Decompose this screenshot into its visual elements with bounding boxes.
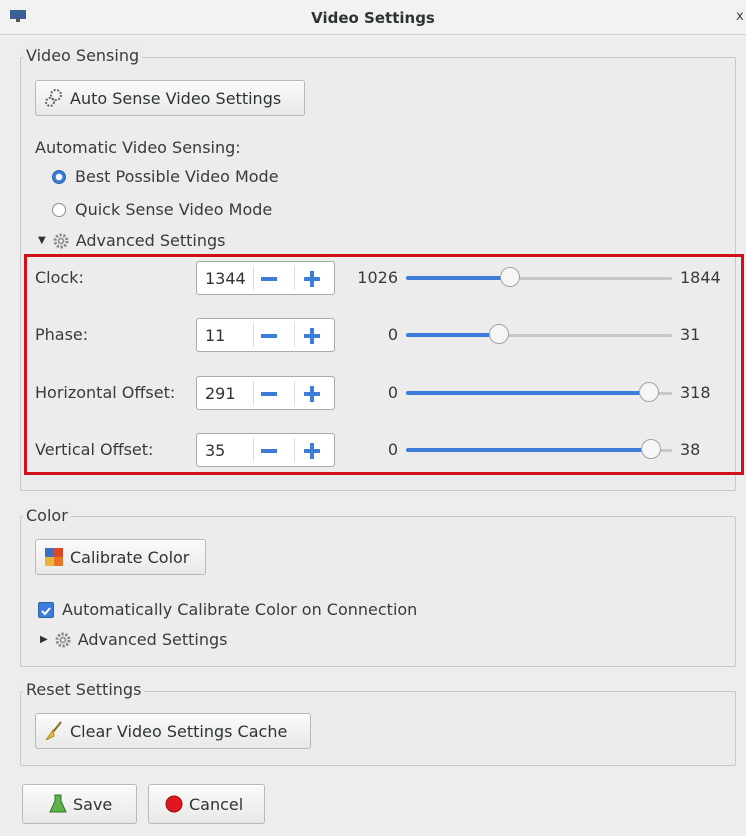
title-bar: Video Settings x <box>0 0 746 35</box>
automatic-sensing-label: Automatic Video Sensing: <box>35 138 241 157</box>
slider-handle[interactable] <box>489 324 509 344</box>
color-advanced-expander[interactable]: ▶ Advanced Settings <box>40 630 227 649</box>
broom-icon <box>45 721 62 741</box>
radio-best-mode-indicator[interactable] <box>52 169 66 184</box>
spin-separator <box>253 438 254 462</box>
spin-separator <box>253 381 254 405</box>
checkmark-icon <box>41 606 51 615</box>
setting-spinbox[interactable]: 1344 <box>196 261 335 295</box>
setting-slider[interactable] <box>406 439 672 461</box>
clear-cache-button-label: Clear Video Settings Cache <box>70 721 288 741</box>
color-advanced-label: Advanced Settings <box>77 630 228 649</box>
slider-fill <box>406 333 499 337</box>
setting-slider[interactable] <box>406 324 672 346</box>
reset-label: Reset Settings <box>23 680 145 699</box>
video-sensing-label: Video Sensing <box>23 46 143 65</box>
radio-quick-mode[interactable]: Quick Sense Video Mode <box>52 200 272 219</box>
setting-slider[interactable] <box>406 267 672 289</box>
auto-calibrate-checkbox[interactable]: Automatically Calibrate Color on Connect… <box>38 600 417 619</box>
radio-best-mode-label: Best Possible Video Mode <box>75 167 279 186</box>
color-label: Color <box>23 506 71 525</box>
plus-icon[interactable] <box>310 271 314 287</box>
spin-separator <box>294 438 295 462</box>
setting-value-input[interactable]: 1344 <box>205 269 246 288</box>
setting-label: Horizontal Offset: <box>35 383 176 402</box>
radio-best-mode[interactable]: Best Possible Video Mode <box>52 167 279 186</box>
spin-separator <box>253 323 254 347</box>
slider-fill <box>406 448 651 452</box>
video-advanced-expander[interactable]: ▼ Advanced Settings <box>38 231 225 250</box>
palette-icon <box>45 548 63 566</box>
setting-value-input[interactable]: 291 <box>205 384 236 403</box>
auto-sense-button[interactable]: Auto Sense Video Settings <box>35 80 305 116</box>
calibrate-color-button[interactable]: Calibrate Color <box>35 539 206 575</box>
save-button-label: Save <box>73 794 113 814</box>
slider-fill <box>406 276 510 280</box>
spin-separator <box>294 266 295 290</box>
auto-calibrate-checkbox-box[interactable] <box>38 601 54 618</box>
cancel-button-label: Cancel <box>189 794 244 814</box>
slider-max-label: 318 <box>680 383 711 402</box>
setting-label: Clock: <box>35 268 84 287</box>
spin-separator <box>253 266 254 290</box>
setting-spinbox[interactable]: 35 <box>196 433 335 467</box>
plus-icon[interactable] <box>310 386 314 402</box>
save-button[interactable]: Save <box>22 784 137 824</box>
video-advanced-label: Advanced Settings <box>75 231 226 250</box>
setting-value-input[interactable]: 35 <box>205 441 225 460</box>
minus-icon[interactable] <box>261 449 277 453</box>
spin-separator <box>294 381 295 405</box>
window-title: Video Settings <box>311 9 435 27</box>
setting-slider[interactable] <box>406 382 672 404</box>
plus-icon[interactable] <box>310 328 314 344</box>
spin-separator <box>294 323 295 347</box>
save-flask-icon <box>49 794 67 813</box>
gear-icon <box>53 233 69 248</box>
expanded-arrow-icon: ▼ <box>38 235 46 246</box>
slider-min-label: 0 <box>387 440 398 459</box>
slider-min-label: 1026 <box>357 268 398 287</box>
calibrate-color-button-label: Calibrate Color <box>70 547 190 567</box>
setting-spinbox[interactable]: 291 <box>196 376 335 410</box>
close-icon[interactable]: x <box>736 9 744 24</box>
radio-quick-mode-indicator[interactable] <box>52 202 66 217</box>
setting-spinbox[interactable]: 11 <box>196 318 335 352</box>
slider-min-label: 0 <box>387 383 398 402</box>
slider-handle[interactable] <box>639 382 659 402</box>
minus-icon[interactable] <box>261 277 277 281</box>
setting-label: Phase: <box>35 325 89 344</box>
minus-icon[interactable] <box>261 334 277 338</box>
auto-calibrate-label: Automatically Calibrate Color on Connect… <box>62 600 418 619</box>
setting-value-input[interactable]: 11 <box>205 326 225 345</box>
collapsed-arrow-icon: ▶ <box>40 634 48 645</box>
setting-label: Vertical Offset: <box>35 440 154 459</box>
slider-fill <box>406 391 649 395</box>
slider-handle[interactable] <box>500 267 520 287</box>
gears-icon <box>45 89 62 107</box>
slider-handle[interactable] <box>641 439 661 459</box>
radio-quick-mode-label: Quick Sense Video Mode <box>75 200 273 219</box>
auto-sense-button-label: Auto Sense Video Settings <box>70 88 282 108</box>
cancel-button[interactable]: Cancel <box>148 784 265 824</box>
slider-max-label: 31 <box>680 325 701 344</box>
gear-icon <box>55 632 71 647</box>
cancel-dot-icon <box>165 795 183 813</box>
slider-max-label: 38 <box>680 440 701 459</box>
slider-max-label: 1844 <box>680 268 721 287</box>
plus-icon[interactable] <box>310 443 314 459</box>
minus-icon[interactable] <box>261 392 277 396</box>
clear-cache-button[interactable]: Clear Video Settings Cache <box>35 713 311 749</box>
slider-min-label: 0 <box>387 325 398 344</box>
